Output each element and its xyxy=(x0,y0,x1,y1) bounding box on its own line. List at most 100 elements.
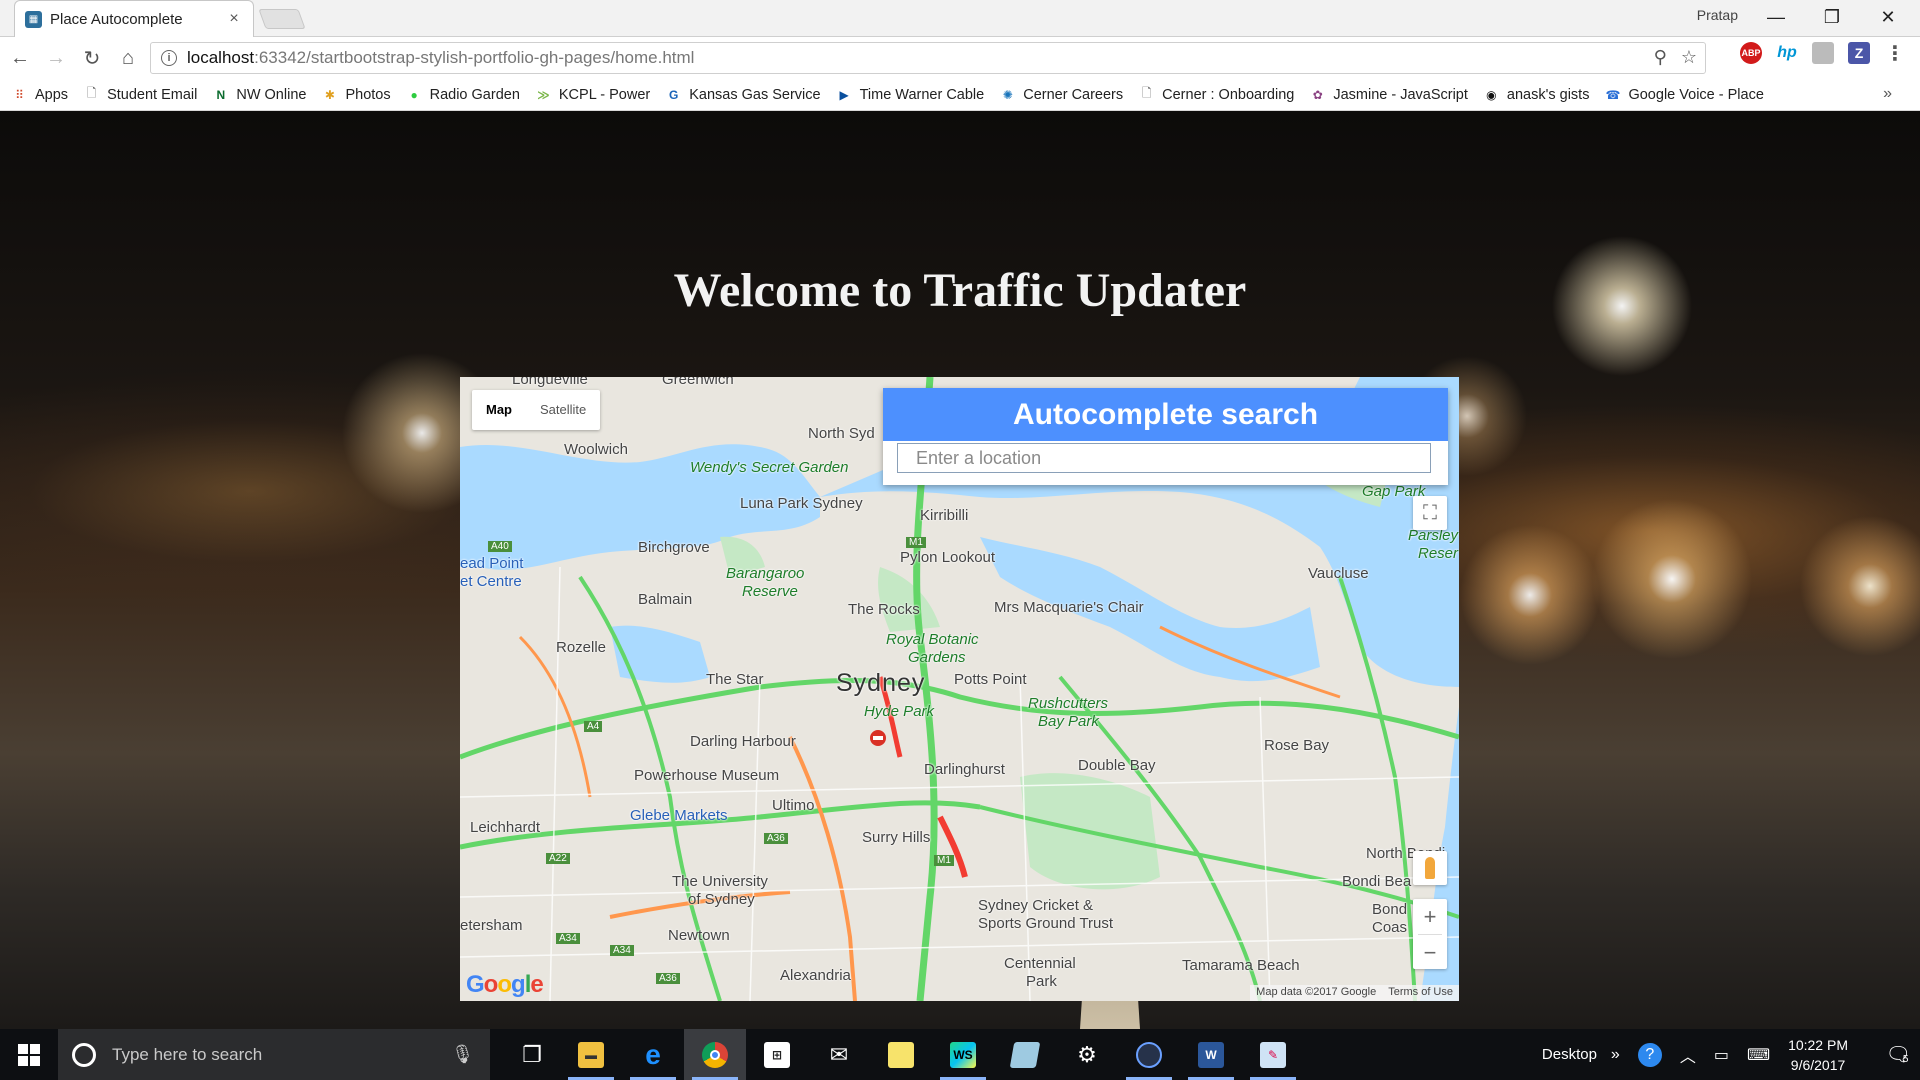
map-label: ead Point xyxy=(460,555,524,572)
paint-icon[interactable]: ✎ xyxy=(1242,1029,1304,1080)
store-icon[interactable]: ⊞ xyxy=(746,1029,808,1080)
desktop-toolbar-label[interactable]: Desktop xyxy=(1542,1046,1597,1063)
keyboard-icon[interactable]: ⌨ xyxy=(1747,1045,1770,1065)
map-label: Coas xyxy=(1372,919,1408,936)
forward-arrow-icon[interactable]: → xyxy=(40,42,72,74)
task-view-icon[interactable]: ❐ xyxy=(504,1029,560,1080)
map-label: M1 xyxy=(934,855,954,866)
map-type-satellite-button[interactable]: Satellite xyxy=(526,390,600,430)
browser-tab[interactable]: ▦ Place Autocomplete × xyxy=(14,0,254,37)
browser-menu-icon[interactable]: ⋮ xyxy=(1884,42,1906,65)
file-explorer-icon[interactable]: ▬ xyxy=(560,1029,622,1080)
terms-of-use-link[interactable]: Terms of Use xyxy=(1382,985,1459,1001)
bookmark-google-voice[interactable]: ☎ Google Voice - Place xyxy=(1605,87,1763,103)
sticky-notes-icon[interactable] xyxy=(870,1029,932,1080)
home-icon[interactable]: ⌂ xyxy=(112,42,144,74)
map-label: A34 xyxy=(610,945,634,956)
info-icon[interactable]: i xyxy=(161,50,177,66)
microphone-icon[interactable]: 🎙 xyxy=(451,1044,474,1065)
settings-icon[interactable]: ⚙ xyxy=(1056,1029,1118,1080)
green-dot-icon: ● xyxy=(410,87,418,102)
browser-toolbar: ← → ↻ ⌂ i localhost:63342/startbootstrap… xyxy=(0,37,1920,79)
system-tray: Desktop » ? ︿ ▭ ⌨ 10:22 PM 9/6/2017 🗨 5 xyxy=(1542,1029,1920,1080)
bookmark-jasmine[interactable]: ✿ Jasmine - JavaScript xyxy=(1310,87,1468,103)
app-icon[interactable] xyxy=(1118,1029,1180,1080)
minimize-icon[interactable]: — xyxy=(1750,0,1802,34)
bookmark-label: Cerner Careers xyxy=(1023,86,1124,103)
bookmark-gists[interactable]: ◉ anask's gists xyxy=(1484,87,1589,103)
back-arrow-icon[interactable]: ← xyxy=(4,42,36,74)
bookmark-label: NW Online xyxy=(236,86,307,103)
clock[interactable]: 10:22 PM 9/6/2017 xyxy=(1788,1035,1848,1075)
street-view-pegman-icon[interactable] xyxy=(1413,851,1447,885)
google-map[interactable]: Longueville Greenwich North Syd Woolwich… xyxy=(460,377,1459,1001)
bookmark-apps[interactable]: ⠿ Apps xyxy=(12,87,68,103)
bookmark-radio-garden[interactable]: ● Radio Garden xyxy=(407,86,520,103)
bookmark-label: Radio Garden xyxy=(429,86,520,103)
taskbar-search[interactable]: Type here to search 🎙 xyxy=(58,1029,490,1080)
bookmark-cerner-careers[interactable]: ✺ Cerner Careers xyxy=(1000,87,1123,103)
key-icon[interactable]: ⚲ xyxy=(1654,47,1667,68)
bookmark-student-email[interactable]: 🗋 Student Email xyxy=(84,86,198,103)
zoom-in-icon[interactable]: + xyxy=(1413,899,1447,934)
map-label: Reserve xyxy=(742,583,798,600)
map-label: Darling Harbour xyxy=(690,733,796,750)
start-button[interactable] xyxy=(0,1029,58,1080)
chevron-up-icon[interactable]: ︿ xyxy=(1680,1043,1696,1067)
chevron-right-icon[interactable]: » xyxy=(1611,1046,1620,1064)
more-bookmarks-icon[interactable]: » xyxy=(1883,85,1892,103)
restore-icon[interactable]: ❐ xyxy=(1806,0,1858,34)
tab-favicon-icon: ▦ xyxy=(25,10,42,28)
close-window-icon[interactable]: ✕ xyxy=(1862,0,1914,34)
action-center-icon[interactable]: 🗨 5 xyxy=(1874,1029,1920,1080)
map-label: Powerhouse Museum xyxy=(634,767,780,784)
tab-close-icon[interactable]: × xyxy=(225,10,243,28)
address-bar[interactable]: i localhost:63342/startbootstrap-stylish… xyxy=(150,42,1706,74)
bookmark-kansas-gas[interactable]: G Kansas Gas Service xyxy=(666,86,821,103)
help-icon[interactable]: ? xyxy=(1637,1042,1662,1067)
map-label: A34 xyxy=(556,933,580,944)
fullscreen-icon[interactable]: ⛶ xyxy=(1413,496,1447,530)
map-label: Alexandria xyxy=(780,967,851,984)
chrome-icon[interactable] xyxy=(684,1029,746,1080)
zotero-extension-icon[interactable]: Z xyxy=(1848,42,1870,64)
twc-arrow-icon: ▶ xyxy=(839,87,849,102)
bookmark-label: Cerner : Onboarding xyxy=(1162,86,1295,103)
extension-icon[interactable] xyxy=(1812,42,1834,64)
mail-icon[interactable]: ✉ xyxy=(808,1029,870,1080)
word-icon[interactable]: W xyxy=(1180,1029,1242,1080)
webstorm-icon[interactable]: WS xyxy=(932,1029,994,1080)
reload-icon[interactable]: ↻ xyxy=(76,42,108,74)
google-logo: Google xyxy=(466,971,544,998)
bookmark-star-icon[interactable]: ☆ xyxy=(1681,47,1697,68)
edge-icon[interactable]: e xyxy=(622,1029,684,1080)
map-label: Woolwich xyxy=(564,441,628,458)
hp-extension-icon[interactable]: hp xyxy=(1776,42,1798,64)
bookmark-photos[interactable]: ✱ Photos xyxy=(322,87,391,103)
adblock-plus-icon[interactable]: ABP xyxy=(1740,42,1762,64)
map-label: Wendy's Secret Garden xyxy=(690,459,849,476)
jasmine-icon: ✿ xyxy=(1312,87,1323,102)
bookmark-label: Kansas Gas Service xyxy=(689,86,821,103)
map-type-map-button[interactable]: Map xyxy=(472,390,526,430)
bookmark-kcpl[interactable]: ≫ KCPL - Power xyxy=(536,87,650,103)
page-icon: 🗋 xyxy=(1141,86,1152,100)
battery-icon[interactable]: ▭ xyxy=(1714,1045,1729,1065)
cerner-icon: ✺ xyxy=(1002,87,1013,102)
bookmark-nw-online[interactable]: N NW Online xyxy=(213,86,307,103)
bookmark-cerner-onboarding[interactable]: 🗋 Cerner : Onboarding xyxy=(1139,86,1295,103)
app-icon[interactable] xyxy=(994,1029,1056,1080)
map-data-credit: Map data ©2017 Google xyxy=(1256,986,1377,998)
bookmark-label: Student Email xyxy=(107,86,198,103)
map-label: A40 xyxy=(488,541,512,552)
location-search-input[interactable] xyxy=(897,443,1431,473)
map-label: Barangaroo xyxy=(726,565,805,582)
new-tab-button[interactable] xyxy=(258,9,306,29)
zoom-out-icon[interactable]: − xyxy=(1413,935,1447,970)
bookmark-twc[interactable]: ▶ Time Warner Cable xyxy=(837,87,984,103)
map-label: Pylon Lookout xyxy=(900,549,996,566)
map-label: etersham xyxy=(460,917,523,934)
map-label: Surry Hills xyxy=(862,829,931,846)
map-label: A36 xyxy=(656,973,680,984)
profile-name[interactable]: Pratap xyxy=(1697,7,1738,23)
